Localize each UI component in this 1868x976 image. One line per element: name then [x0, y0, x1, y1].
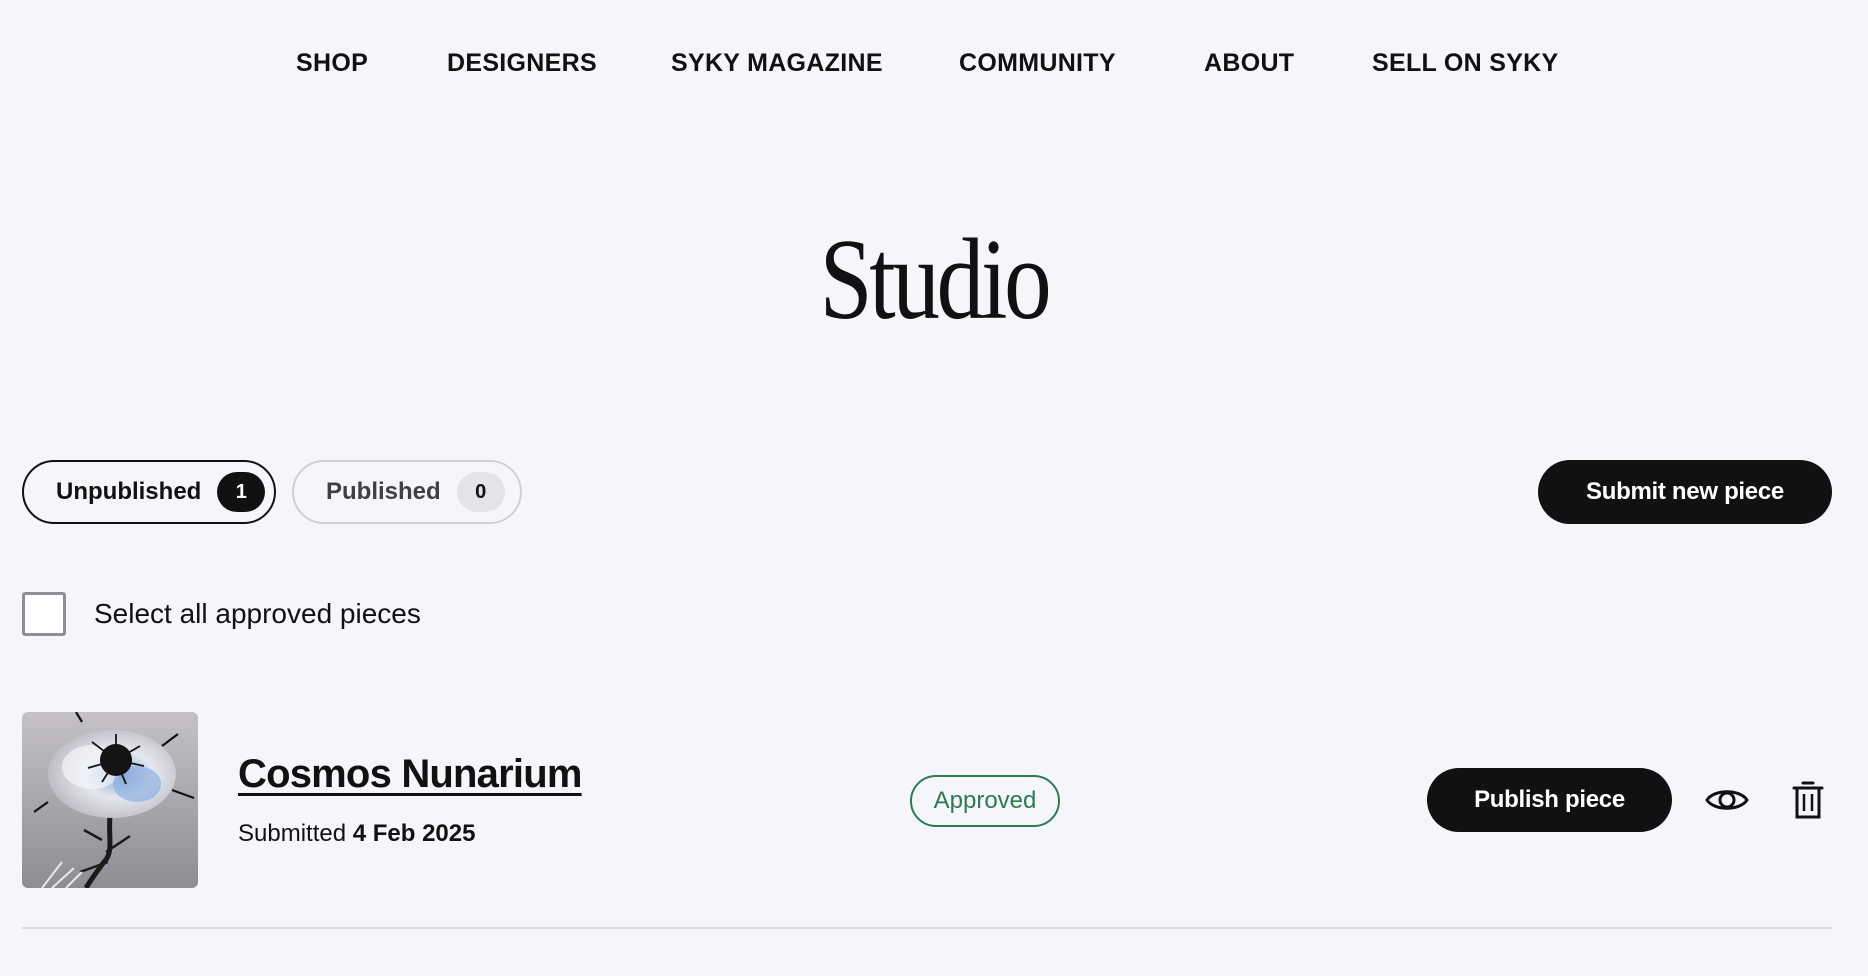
status-badge: Approved [910, 775, 1060, 827]
tab-unpublished-label: Unpublished [56, 478, 202, 505]
delete-button[interactable] [1786, 776, 1830, 824]
nav-sell-on-syky[interactable]: SELL ON SYKY [1372, 46, 1559, 80]
page-title: Studio [819, 216, 1052, 344]
eye-icon [1705, 790, 1749, 810]
piece-thumbnail[interactable] [22, 712, 198, 888]
publish-piece-button[interactable]: Publish piece [1427, 768, 1672, 832]
submitted-date: 4 Feb 2025 [352, 820, 476, 847]
select-all-checkbox[interactable] [22, 592, 66, 636]
tab-published-label: Published [326, 478, 441, 505]
select-all-label[interactable]: Select all approved pieces [94, 596, 421, 632]
row-divider [22, 927, 1832, 929]
trash-icon [1792, 781, 1824, 819]
nav-shop[interactable]: SHOP [296, 46, 368, 80]
nav-designers[interactable]: DESIGNERS [447, 46, 597, 80]
preview-button[interactable] [1702, 776, 1752, 824]
submit-new-piece-button[interactable]: Submit new piece [1538, 460, 1832, 524]
nav-community[interactable]: COMMUNITY [959, 46, 1116, 80]
piece-title-link[interactable]: Cosmos Nunarium [238, 752, 582, 797]
nav-about[interactable]: ABOUT [1204, 46, 1294, 80]
submitted-prefix: Submitted [238, 820, 347, 847]
nav-syky-magazine[interactable]: SYKY MAGAZINE [671, 46, 883, 80]
tab-published-count: 0 [456, 472, 505, 512]
flower-artwork-image [22, 712, 198, 888]
tab-published[interactable]: Published 0 [292, 460, 522, 524]
tab-unpublished-count: 1 [217, 472, 266, 512]
tab-unpublished[interactable]: Unpublished 1 [22, 460, 276, 524]
top-navigation: SHOP DESIGNERS SYKY MAGAZINE COMMUNITY A… [0, 46, 1868, 80]
piece-submitted-info: Submitted 4 Feb 2025 [238, 820, 475, 848]
